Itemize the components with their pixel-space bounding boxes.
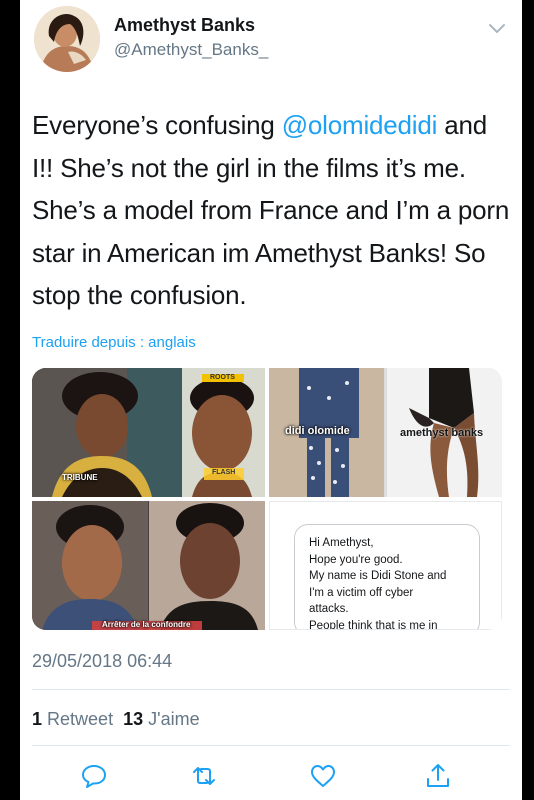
user-handle[interactable]: @Amethyst_Banks_ bbox=[114, 40, 268, 60]
tweet-card: Amethyst Banks @Amethyst_Banks_ Everyone… bbox=[20, 0, 522, 800]
media-2-label-right: amethyst banks bbox=[400, 427, 484, 439]
media-image-4[interactable]: Hi Amethyst, Hope you're good. My name i… bbox=[269, 501, 502, 630]
like-label: J'aime bbox=[148, 709, 200, 729]
action-bar bbox=[20, 762, 522, 798]
media-2-label-left: didi olomide bbox=[285, 425, 350, 437]
tweet-text: Everyone’s confusing @olomidedidi and I!… bbox=[32, 104, 512, 317]
media-1-caption: TRIBUNE bbox=[62, 473, 98, 482]
message-bubble: Hi Amethyst, Hope you're good. My name i… bbox=[294, 524, 480, 630]
divider bbox=[32, 689, 510, 690]
retweet-count: 1 bbox=[32, 709, 43, 729]
media-1-badge-2: FLASH bbox=[212, 469, 236, 476]
retweet-label: Retweet bbox=[47, 709, 114, 729]
chevron-down-icon[interactable] bbox=[488, 22, 506, 36]
message-line-6: People think that is me in bbox=[309, 619, 438, 630]
media-1-badge: ROOTS bbox=[210, 374, 235, 381]
message-line-2: Hope you're good. bbox=[309, 553, 403, 566]
tweet-text-before: Everyone’s confusing bbox=[32, 110, 282, 140]
tweet-text-after: and I!! She’s not the girl in the films … bbox=[32, 110, 510, 310]
heart-icon[interactable] bbox=[309, 762, 337, 790]
media-image-2[interactable]: didi olomide amethyst banks bbox=[269, 368, 502, 497]
display-name[interactable]: Amethyst Banks bbox=[114, 15, 255, 36]
media-image-3[interactable]: Arrêter de la confondre bbox=[32, 501, 265, 630]
message-line-4: I'm a victim off cyber bbox=[309, 586, 414, 599]
share-icon[interactable] bbox=[424, 762, 452, 790]
retweet-icon[interactable] bbox=[190, 762, 218, 790]
message-line-3: My name is Didi Stone and bbox=[309, 570, 447, 582]
avatar[interactable] bbox=[34, 6, 100, 72]
timestamp: 29/05/2018 06:44 bbox=[32, 651, 173, 671]
message-line-1: Hi Amethyst, bbox=[309, 537, 374, 549]
mention-link[interactable]: @olomidedidi bbox=[282, 110, 438, 140]
like-count: 13 bbox=[123, 709, 144, 729]
tweet-stats[interactable]: 1 Retweet 13 J'aime bbox=[32, 709, 200, 730]
media-image-1[interactable]: TRIBUNE ROOTS FLASH bbox=[32, 368, 265, 497]
media-grid: TRIBUNE ROOTS FLASH didi olomide amethys… bbox=[32, 368, 502, 630]
divider bbox=[32, 745, 510, 746]
media-3-caption: Arrêter de la confondre bbox=[102, 620, 191, 629]
reply-icon[interactable] bbox=[80, 762, 108, 790]
message-line-5: attacks. bbox=[309, 603, 349, 615]
translate-link[interactable]: Traduire depuis : anglais bbox=[32, 334, 196, 351]
